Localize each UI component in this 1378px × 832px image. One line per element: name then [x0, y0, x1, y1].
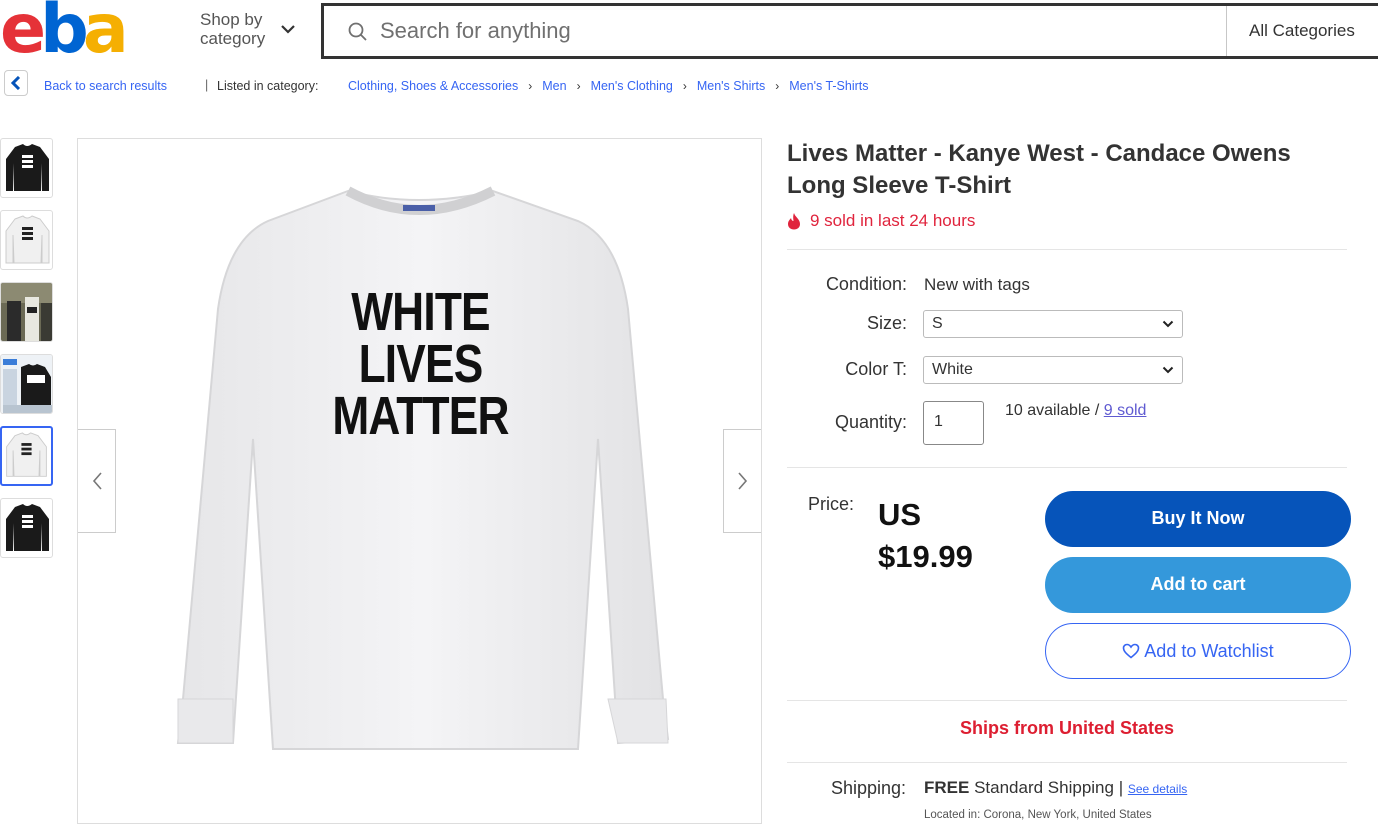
- ebay-logo[interactable]: ebay: [0, 0, 156, 66]
- price: US $19.99: [878, 494, 973, 578]
- add-to-cart-button[interactable]: Add to cart: [1045, 557, 1351, 613]
- shop-by-category-label: Shop by category: [200, 10, 265, 48]
- quantity-label: Quantity:: [834, 412, 907, 432]
- chevron-down-icon: [281, 25, 295, 34]
- crumb-mens-clothing[interactable]: Men's Clothing: [591, 79, 673, 93]
- quantity-input[interactable]: 1: [923, 401, 984, 445]
- chevron-left-icon: [11, 76, 21, 90]
- crumb-mens-tshirts[interactable]: Men's T-Shirts: [789, 79, 868, 93]
- chevron-right-icon: [737, 472, 747, 490]
- chevron-down-icon: [1162, 366, 1174, 374]
- heart-icon: [1122, 643, 1140, 659]
- divider: [787, 467, 1347, 468]
- thumbnail-1[interactable]: [0, 138, 53, 198]
- chevron-right-icon: ›: [576, 79, 581, 93]
- thumbnail-3[interactable]: [0, 282, 53, 342]
- divider: [787, 249, 1347, 250]
- thumbnail-4[interactable]: [0, 354, 53, 414]
- shirt-text-line-3: MATTER: [332, 386, 509, 446]
- condition-value: New with tags: [924, 275, 1030, 294]
- shop-by-line1: Shop by: [200, 10, 263, 29]
- search-icon: [348, 22, 367, 41]
- category-path: Clothing, Shoes & Accessories › Men › Me…: [348, 79, 869, 93]
- shop-by-line2: category: [200, 29, 266, 48]
- price-amount: $19.99: [878, 539, 973, 574]
- category-select[interactable]: All Categories: [1226, 6, 1378, 56]
- color-select[interactable]: White: [923, 356, 1183, 384]
- shirt-text-line-1: WHITE: [351, 282, 490, 342]
- shop-by-category-button[interactable]: Shop by category: [200, 10, 310, 52]
- chevron-left-icon: [92, 472, 102, 490]
- product-title: Lives Matter - Kanye West - Candace Owen…: [787, 140, 1291, 199]
- shirt-illustration: [176, 186, 670, 750]
- logo-letter-b: b: [40, 0, 89, 66]
- add-to-watchlist-button[interactable]: Add to Watchlist: [1045, 623, 1351, 679]
- shipping-separator: |: [1118, 778, 1124, 797]
- next-image-button[interactable]: [723, 429, 761, 533]
- sold-count-link[interactable]: 9 sold: [1104, 402, 1147, 419]
- photo-thumbnail: [1, 283, 52, 341]
- shirt-thumbnail-black: [6, 144, 49, 191]
- add-to-watchlist-label: Add to Watchlist: [1144, 641, 1274, 661]
- chevron-right-icon: ›: [775, 79, 780, 93]
- chevron-right-icon: ›: [682, 79, 687, 93]
- crumb-men[interactable]: Men: [542, 79, 566, 93]
- logo-letter-e: e: [0, 0, 46, 66]
- size-label: Size:: [866, 313, 907, 333]
- shipping-info: FREE Standard Shipping | See details: [924, 778, 1187, 798]
- color-label: Color T:: [845, 359, 907, 379]
- price-currency: US: [878, 497, 922, 532]
- previous-image-button[interactable]: [78, 429, 116, 533]
- main-product-image[interactable]: WHITE LIVES MATTER: [77, 138, 762, 824]
- chevron-right-icon: ›: [528, 79, 533, 93]
- thumbnail-2[interactable]: [0, 210, 53, 270]
- size-select[interactable]: S: [923, 310, 1183, 338]
- breadcrumb-separator: |: [205, 78, 209, 92]
- sales-velocity-notice: 9 sold in last 24 hours: [786, 211, 975, 231]
- crumb-mens-shirts[interactable]: Men's Shirts: [697, 79, 765, 93]
- logo-letter-a: a: [82, 0, 129, 66]
- condition-label: Condition:: [825, 274, 907, 294]
- shirt-text-line-2: LIVES: [358, 334, 484, 394]
- see-details-link[interactable]: See details: [1128, 782, 1187, 796]
- availability: 10 available / 9 sold: [1005, 402, 1146, 420]
- item-location: Located in: Corona, New York, United Sta…: [924, 809, 1152, 821]
- breadcrumb: Back to search results | Listed in categ…: [0, 70, 1378, 102]
- crumb-clothing[interactable]: Clothing, Shoes & Accessories: [348, 79, 518, 93]
- search-input[interactable]: [380, 14, 1220, 48]
- ships-from-notice: Ships from United States: [959, 718, 1175, 738]
- flame-icon: [788, 213, 800, 230]
- shirt-thumbnail-black: [6, 504, 49, 551]
- thumbnail-5-selected[interactable]: [0, 426, 53, 486]
- back-to-results-link[interactable]: Back to search results: [44, 79, 167, 93]
- listed-in-label: Listed in category:: [217, 79, 319, 93]
- sold-in-24h-text: 9 sold in last 24 hours: [810, 211, 976, 230]
- back-button[interactable]: [4, 70, 28, 96]
- divider: [787, 700, 1347, 701]
- size-selected-value: S: [932, 315, 943, 332]
- shipping-label: Shipping:: [830, 778, 906, 798]
- chevron-down-icon: [1162, 320, 1174, 328]
- buy-it-now-button[interactable]: Buy It Now: [1045, 491, 1351, 547]
- collage-thumbnail: [1, 355, 52, 413]
- shipping-free: FREE: [924, 778, 970, 797]
- divider: [787, 762, 1347, 763]
- shirt-thumbnail-white: [6, 432, 47, 477]
- shirt-thumbnail-white: [5, 215, 50, 264]
- price-label: Price:: [808, 494, 855, 514]
- shipping-method: Standard Shipping: [974, 778, 1114, 797]
- thumbnail-6[interactable]: [0, 498, 53, 558]
- search-bar: All Categories: [321, 3, 1378, 59]
- available-count: 10 available /: [1005, 402, 1100, 419]
- color-selected-value: White: [932, 361, 973, 378]
